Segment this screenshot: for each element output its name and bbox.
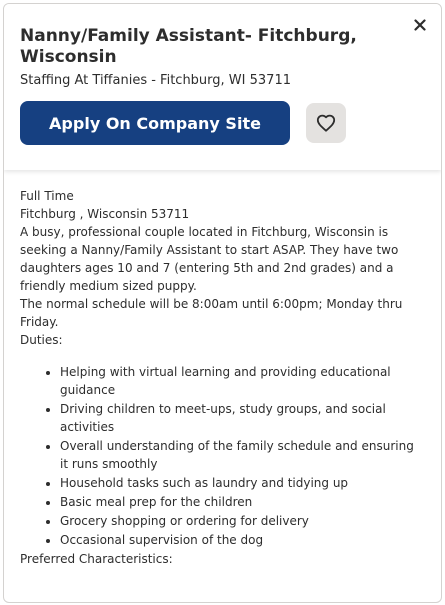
duties-list: Helping with virtual learning and provid… bbox=[20, 363, 425, 549]
job-title: Nanny/Family Assistant- Fitchburg, Wisco… bbox=[20, 26, 357, 67]
job-header: Nanny/Family Assistant- Fitchburg, Wisco… bbox=[4, 4, 441, 170]
list-item: Driving children to meet-ups, study grou… bbox=[60, 400, 425, 436]
list-item: Helping with virtual learning and provid… bbox=[60, 363, 425, 399]
company-location: Staffing At Tiffanies - Fitchburg, WI 53… bbox=[20, 73, 291, 88]
duties-heading: Duties: bbox=[20, 333, 63, 347]
job-description: Full Time Fitchburg , Wisconsin 53711 A … bbox=[4, 170, 441, 602]
job-intro: A busy, professional couple located in F… bbox=[20, 225, 399, 293]
list-item: Basic meal prep for the children bbox=[60, 493, 425, 511]
list-item: Grocery shopping or ordering for deliver… bbox=[60, 512, 425, 530]
preferred-heading: Preferred Characteristics: bbox=[20, 552, 173, 566]
list-item: Household tasks such as laundry and tidy… bbox=[60, 474, 425, 492]
job-type: Full Time bbox=[20, 189, 74, 203]
save-job-button[interactable] bbox=[306, 103, 346, 143]
close-button[interactable] bbox=[409, 14, 431, 36]
job-location: Fitchburg , Wisconsin 53711 bbox=[20, 207, 190, 221]
job-schedule: The normal schedule will be 8:00am until… bbox=[20, 297, 403, 329]
list-item: Occasional supervision of the dog bbox=[60, 531, 425, 549]
heart-icon bbox=[316, 114, 336, 132]
job-detail-panel: Nanny/Family Assistant- Fitchburg, Wisco… bbox=[3, 3, 442, 603]
apply-on-company-site-button[interactable]: Apply On Company Site bbox=[20, 101, 290, 145]
close-icon bbox=[414, 19, 426, 31]
list-item: Overall understanding of the family sche… bbox=[60, 437, 425, 473]
